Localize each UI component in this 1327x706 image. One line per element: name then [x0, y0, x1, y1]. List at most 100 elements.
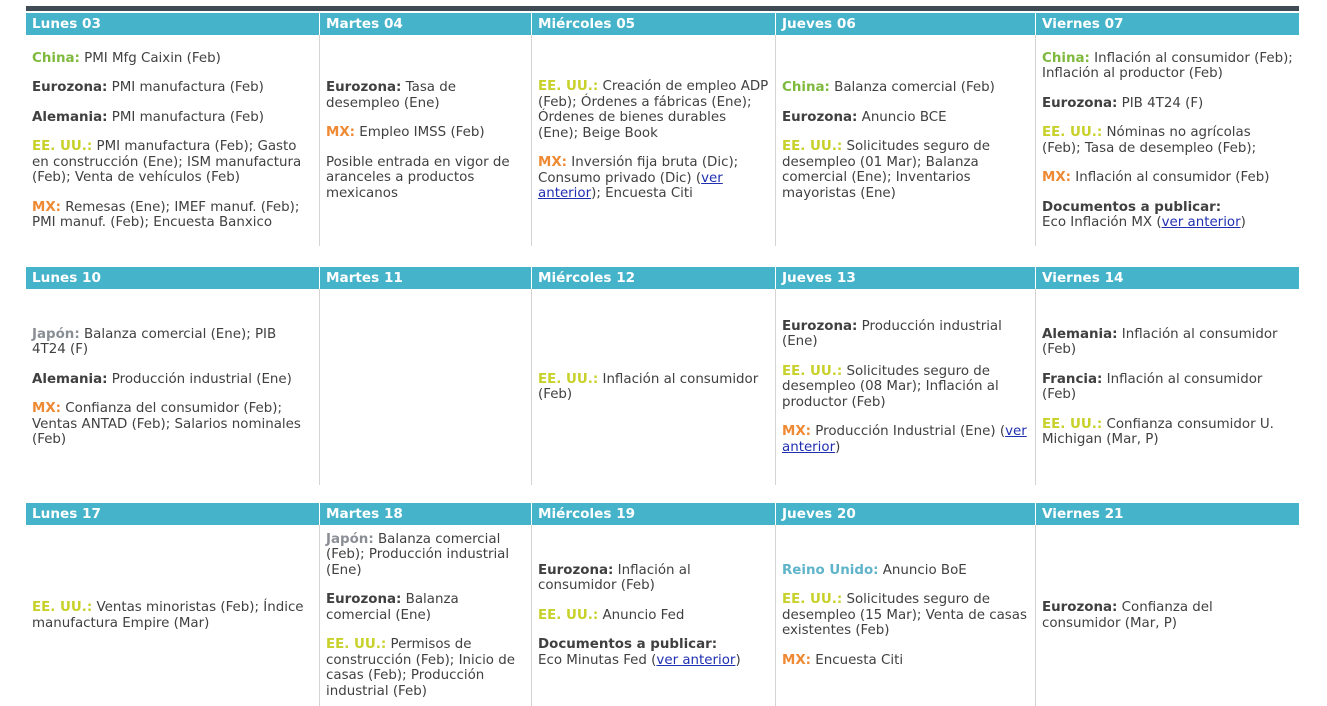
calendar-entry: China: Inflación al consumidor (Feb); In…	[1042, 51, 1293, 82]
day-header: Jueves 13	[775, 267, 1035, 289]
region-label: Eurozona:	[1042, 600, 1118, 615]
calendar-entry: EE. UU.: Ventas minoristas (Feb); Índice…	[32, 600, 313, 631]
calendar-entry: EE. UU.: Inflación al consumidor (Feb)	[538, 372, 769, 403]
calendar-entry: MX: Inversión fija bruta (Dic); Consumo …	[538, 155, 769, 202]
calendar-entry: EE. UU.: Confianza consumidor U. Michiga…	[1042, 417, 1293, 448]
entry-text: Producción Industrial (Ene) (	[811, 424, 1006, 440]
day-cell: Japón: Balanza comercial (Ene); PIB 4T24…	[26, 289, 319, 485]
calendar-entry: EE. UU.: Permisos de construcción (Feb);…	[326, 637, 525, 699]
entry-text: Producción industrial (Ene)	[107, 371, 292, 387]
day-header: Martes 18	[319, 503, 531, 525]
day-header: Lunes 10	[26, 267, 319, 289]
day-cell: Alemania: Inflación al consumidor (Feb) F…	[1035, 289, 1299, 485]
entry-text: Encuesta Citi	[811, 652, 904, 668]
region-label: Eurozona:	[1042, 95, 1118, 111]
day-header: Viernes 07	[1035, 13, 1299, 35]
calendar-entry: MX: Confianza del consumidor (Feb); Vent…	[32, 401, 313, 448]
calendar-entry: Documentos a publicar: Eco Inflación MX (…	[1042, 200, 1293, 231]
ver-anterior-link[interactable]: ver anterior	[1162, 215, 1241, 230]
calendar-entry: Alemania: PMI manufactura (Feb)	[32, 110, 313, 126]
calendar-entry: EE. UU.: Nóminas no agrícolas (Feb); Tas…	[1042, 125, 1293, 156]
region-label: EE. UU.:	[782, 139, 843, 154]
region-label: EE. UU.:	[326, 637, 387, 653]
top-rule	[26, 6, 1299, 11]
entry-text-after: )	[1240, 215, 1246, 230]
day-cell: Eurozona: Confianza del consumidor (Mar,…	[1035, 525, 1299, 706]
day-header: Lunes 17	[26, 503, 319, 525]
region-label: Documentos a publicar:	[538, 637, 718, 653]
region-label: Francia:	[1042, 371, 1103, 387]
day-header: Jueves 20	[775, 503, 1035, 525]
day-cell	[319, 289, 531, 485]
day-cell: EE. UU.: Creación de empleo ADP (Feb); Ó…	[531, 35, 775, 246]
region-label: MX:	[326, 125, 356, 140]
region-label: EE. UU.:	[32, 139, 93, 154]
day-cell: China: PMI Mfg Caixin (Feb) Eurozona: PMI…	[26, 35, 319, 246]
region-label: Eurozona:	[326, 80, 402, 95]
day-header: Lunes 03	[26, 13, 319, 35]
entry-text: Eco Minutas Fed (	[538, 652, 657, 668]
day-cell: EE. UU.: Inflación al consumidor (Feb)	[531, 289, 775, 485]
calendar-entry: Eurozona: PIB 4T24 (F)	[1042, 96, 1293, 112]
region-label: MX:	[1042, 170, 1072, 185]
calendar-entry: Alemania: Producción industrial (Ene)	[32, 372, 313, 388]
region-label: Eurozona:	[782, 109, 858, 125]
day-cell: Eurozona: Producción industrial (Ene) EE.…	[775, 289, 1035, 485]
calendar-entry: Reino Unido: Anuncio BoE	[782, 563, 1029, 579]
day-cell: Reino Unido: Anuncio BoE EE. UU.: Solicit…	[775, 525, 1035, 706]
region-label: MX:	[32, 199, 62, 215]
calendar-entry: EE. UU.: PMI manufactura (Feb); Gasto en…	[32, 139, 313, 186]
entry-text: Anuncio Fed	[598, 607, 685, 623]
day-cell: Eurozona: Inflación al consumidor (Feb) E…	[531, 525, 775, 706]
day-header: Miércoles 12	[531, 267, 775, 289]
region-label: Japón:	[32, 326, 80, 342]
entry-text: Remesas (Ene); IMEF manuf. (Feb); PMI ma…	[32, 199, 300, 231]
entry-text: Inflación al consumidor (Feb)	[1071, 170, 1270, 185]
entry-text: PIB 4T24 (F)	[1117, 95, 1204, 111]
calendar-entry: Eurozona: Tasa de desempleo (Ene)	[326, 80, 525, 111]
region-label: EE. UU.:	[782, 363, 843, 379]
region-label: Documentos a publicar:	[1042, 199, 1222, 215]
day-cell: Japón: Balanza comercial (Feb); Producci…	[319, 525, 531, 706]
calendar-entry: Alemania: Inflación al consumidor (Feb)	[1042, 327, 1293, 358]
calendar-entry: EE. UU.: Solicitudes seguro de desempleo…	[782, 139, 1029, 201]
region-label: Alemania:	[32, 109, 108, 125]
region-label: Eurozona:	[326, 592, 402, 608]
calendar-entry: Eurozona: Inflación al consumidor (Feb)	[538, 563, 769, 594]
ver-anterior-link[interactable]: ver anterior	[656, 653, 735, 668]
entry-text: Anuncio BCE	[857, 109, 947, 125]
calendar-entry: Posible entrada en vigor de aranceles a …	[326, 155, 525, 202]
entry-text: Balanza comercial (Feb)	[829, 80, 995, 95]
entry-text: PMI manufactura (Feb)	[107, 80, 264, 95]
region-label: MX:	[782, 652, 812, 668]
region-label: EE. UU.:	[32, 600, 93, 615]
day-cell: EE. UU.: Ventas minoristas (Feb); Índice…	[26, 525, 319, 706]
entry-text: Eco Inflación MX (	[1042, 215, 1162, 230]
calendar-entry: Eurozona: Balanza comercial (Ene)	[326, 592, 525, 623]
calendar-entry: Japón: Balanza comercial (Feb); Producci…	[326, 532, 525, 579]
calendar-entry: Japón: Balanza comercial (Ene); PIB 4T24…	[32, 327, 313, 358]
region-label: EE. UU.:	[538, 607, 599, 623]
entry-text-after: ); Encuesta Citi	[591, 186, 693, 202]
region-label: China:	[782, 80, 830, 95]
region-label: China:	[32, 50, 80, 66]
day-header: Martes 11	[319, 267, 531, 289]
entry-text-after: )	[835, 439, 841, 455]
calendar-entry: Eurozona: Anuncio BCE	[782, 110, 1029, 126]
entry-text-after: )	[735, 652, 741, 668]
region-label: Alemania:	[32, 371, 108, 387]
entry-text: PMI Mfg Caixin (Feb)	[79, 50, 221, 66]
entry-text: Confianza del consumidor (Feb); Ventas A…	[32, 401, 301, 447]
calendar-entry: Francia: Inflación al consumidor (Feb)	[1042, 372, 1293, 403]
region-label: MX:	[32, 401, 62, 416]
region-label: Eurozona:	[32, 80, 108, 95]
region-label: MX:	[538, 155, 568, 171]
region-label: EE. UU.:	[538, 79, 599, 95]
day-header: Martes 04	[319, 13, 531, 35]
day-cell: China: Balanza comercial (Feb) Eurozona: …	[775, 35, 1035, 246]
calendar-entry: Eurozona: Producción industrial (Ene)	[782, 319, 1029, 350]
region-label: EE. UU.:	[782, 592, 843, 608]
entry-text: Empleo IMSS (Feb)	[355, 125, 485, 140]
day-header: Miércoles 05	[531, 13, 775, 35]
region-label: China:	[1042, 50, 1090, 66]
